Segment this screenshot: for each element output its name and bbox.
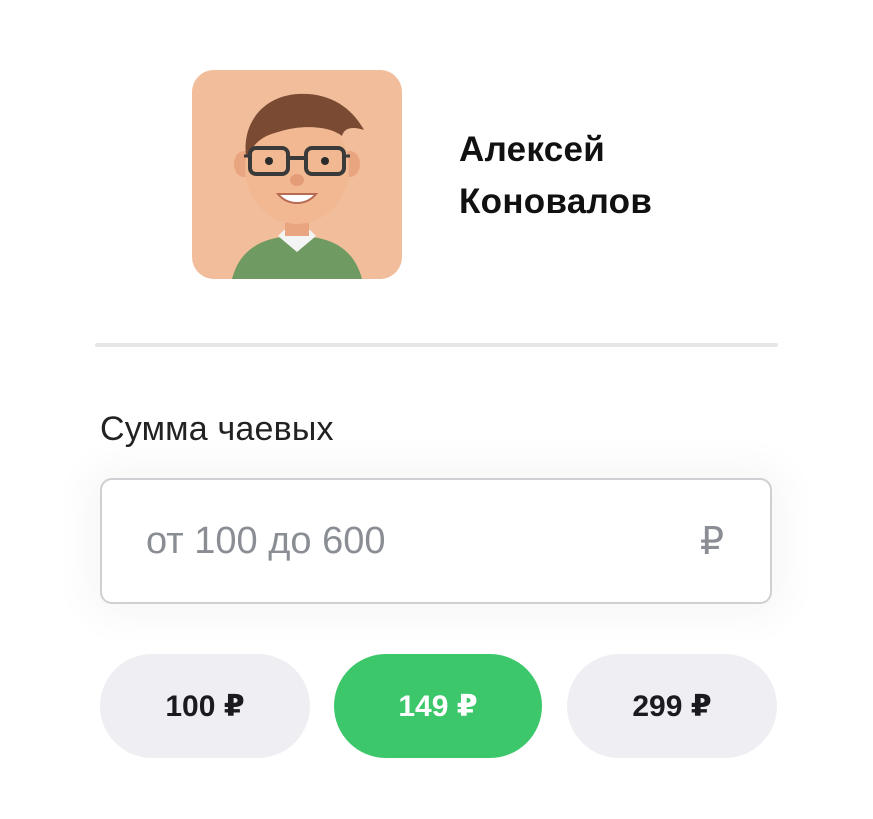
recipient-last-name: Коновалов — [459, 182, 653, 221]
ruble-icon: ₽ — [699, 521, 724, 563]
tip-amount-input[interactable] — [146, 510, 666, 572]
avatar — [192, 70, 402, 279]
tip-amount-field[interactable]: ₽ — [100, 478, 772, 604]
user-avatar-icon — [232, 93, 364, 279]
recipient-first-name: Алексей — [459, 130, 606, 169]
preset-149-button[interactable]: 149 ₽ — [334, 654, 542, 758]
section-divider — [95, 343, 778, 347]
preset-100-button[interactable]: 100 ₽ — [100, 654, 310, 758]
recipient-name: Алексей Коновалов — [459, 124, 759, 228]
preset-299-button[interactable]: 299 ₽ — [567, 654, 777, 758]
tip-amount-label: Сумма чаевых — [100, 410, 334, 448]
tip-form: Алексей Коновалов Сумма чаевых ₽ 100 ₽ 1… — [0, 0, 873, 819]
